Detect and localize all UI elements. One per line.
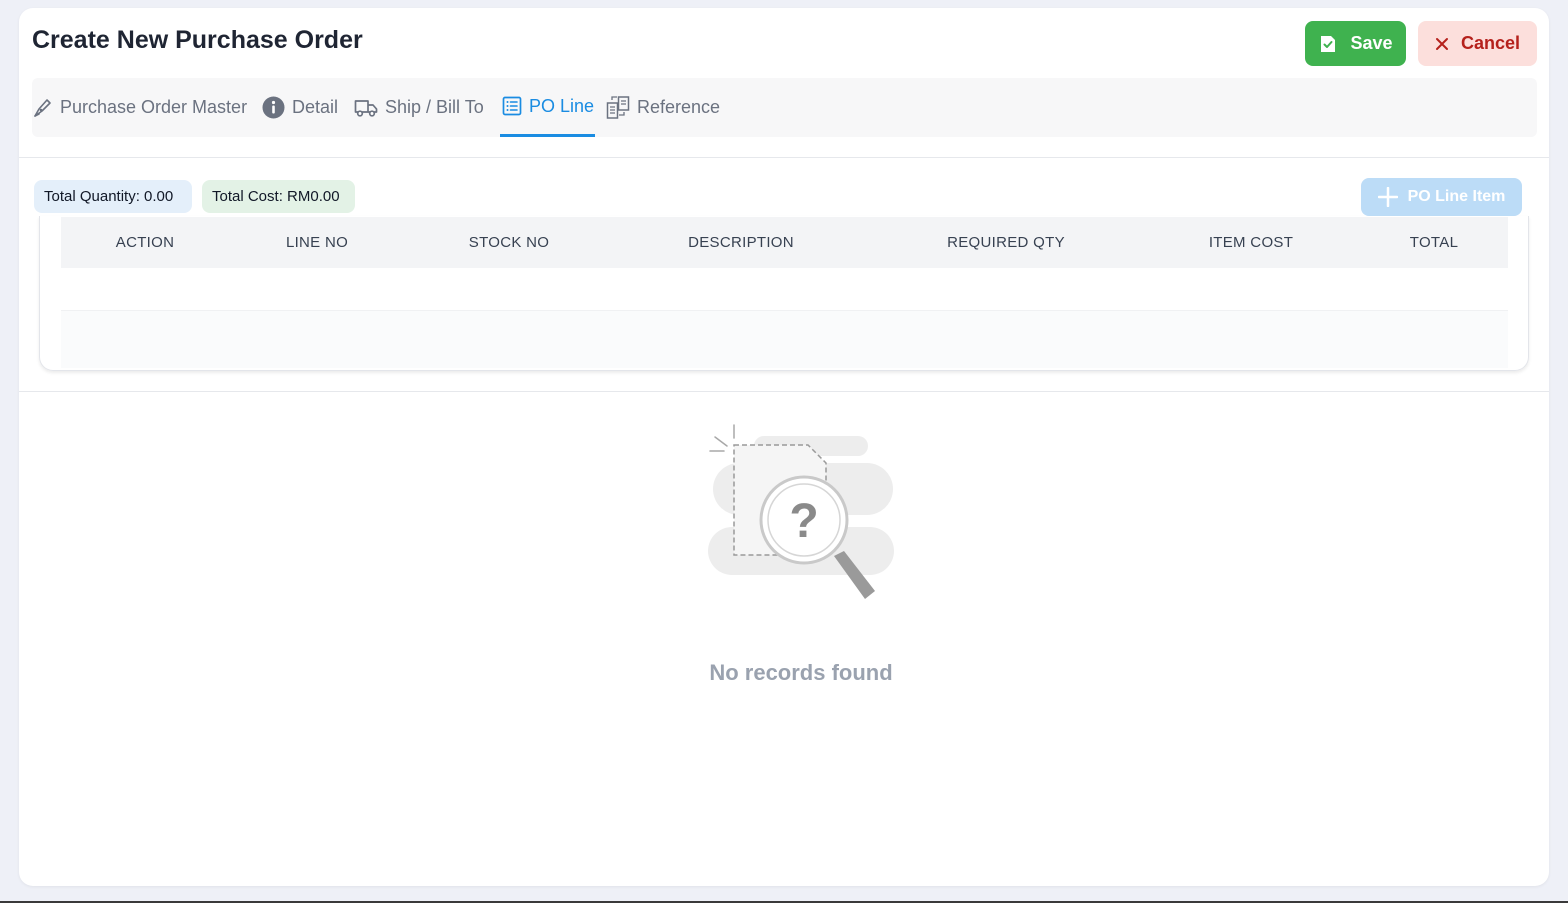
po-line-table: ACTION LINE NO STOCK NO DESCRIPTION REQU… [39, 216, 1529, 371]
header-divider [19, 157, 1549, 158]
tab-label: Purchase Order Master [60, 97, 248, 117]
empty-state-message: No records found [709, 660, 893, 685]
tab-reference[interactable]: Reference [606, 78, 720, 137]
pen-nib-icon [34, 98, 51, 117]
total-cost-badge: Total Cost: RM0.00 [202, 180, 355, 213]
tab-ship-bill-to[interactable]: Ship / Bill To [354, 78, 484, 137]
add-button-label: PO Line Item [1407, 188, 1506, 205]
column-header-item-cost[interactable]: ITEM COST [1209, 217, 1293, 268]
table-row [61, 268, 1508, 311]
column-header-stock-no[interactable]: STOCK NO [469, 217, 549, 268]
save-button[interactable]: Save [1305, 21, 1406, 66]
tab-purchase-order-master[interactable]: Purchase Order Master [32, 78, 247, 137]
tab-po-line[interactable]: PO Line [500, 78, 596, 137]
column-header-line-no[interactable]: LINE NO [286, 217, 348, 268]
truck-icon [354, 99, 378, 117]
add-po-line-item-button[interactable]: PO Line Item [1361, 178, 1522, 216]
tab-detail[interactable]: Detail [262, 78, 338, 137]
table-row [61, 311, 1508, 368]
page-title: Create New Purchase Order [32, 26, 363, 54]
documents-icon [606, 96, 630, 119]
cancel-button[interactable]: Cancel [1418, 21, 1537, 66]
tab-bar: Purchase Order Master Detail Ship / Bill… [32, 78, 1537, 137]
column-header-description[interactable]: DESCRIPTION [688, 217, 794, 268]
cancel-label: Cancel [1460, 33, 1521, 53]
column-header-action[interactable]: ACTION [116, 217, 174, 268]
column-header-total[interactable]: TOTAL [1410, 217, 1458, 268]
close-icon [1435, 37, 1448, 50]
purchase-order-card: Create New Purchase Order Save Cancel Pu… [19, 8, 1549, 886]
check-square-icon [1321, 35, 1336, 52]
magnifier-question-icon: ? [708, 424, 894, 599]
column-header-required-qty[interactable]: REQUIRED QTY [947, 217, 1065, 268]
tab-label: PO Line [529, 95, 595, 116]
svg-text:?: ? [789, 495, 818, 548]
tab-label: Ship / Bill To [385, 97, 484, 117]
save-label: Save [1350, 33, 1393, 53]
table-header: ACTION LINE NO STOCK NO DESCRIPTION REQU… [61, 217, 1508, 268]
plus-icon [1377, 187, 1398, 207]
tab-label: Detail [292, 97, 339, 117]
info-icon [262, 96, 285, 119]
table-divider [19, 391, 1549, 392]
list-icon [502, 96, 522, 116]
tab-label: Reference [637, 97, 721, 117]
total-quantity-badge: Total Quantity: 0.00 [34, 180, 192, 213]
